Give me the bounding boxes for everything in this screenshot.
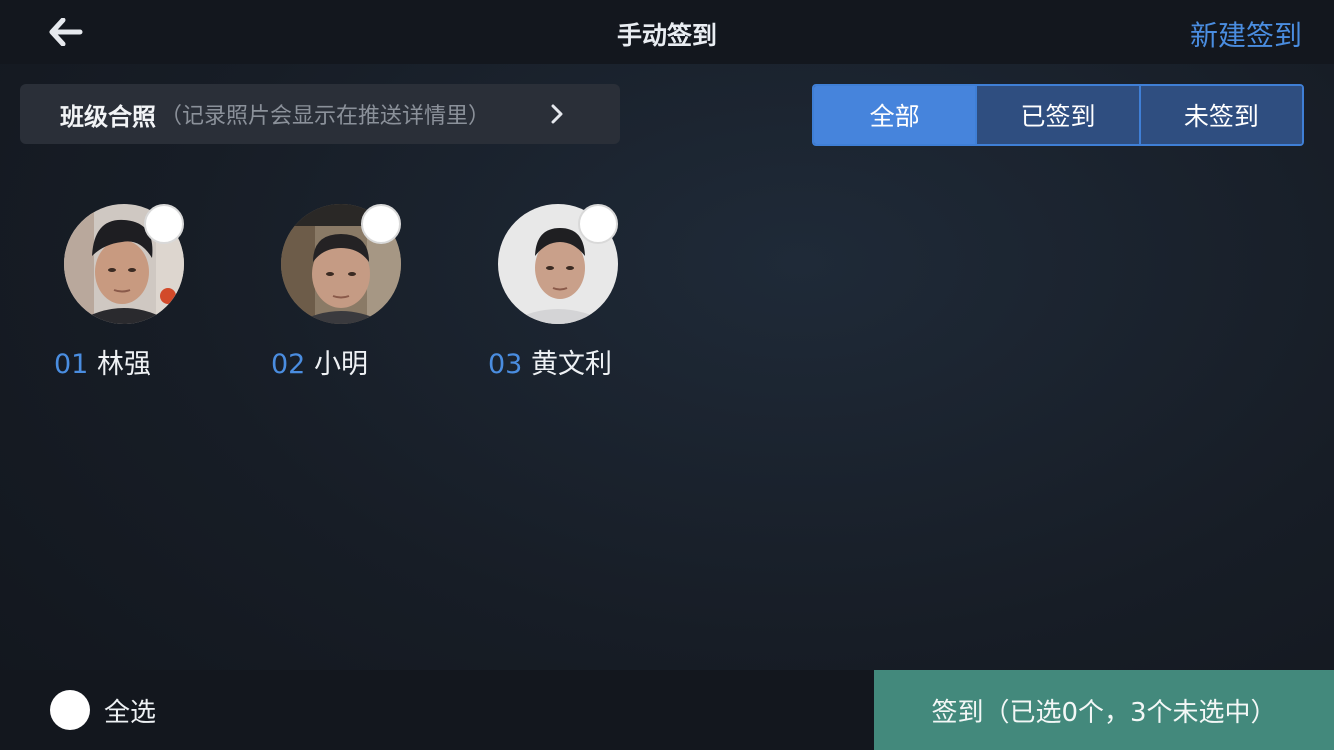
chevron-right-icon [551,104,563,124]
top-bar: 手动签到 新建签到 [0,0,1334,64]
tab-not-checked-in[interactable]: 未签到 [1138,86,1302,144]
select-checkbox[interactable] [578,204,618,244]
class-photo-label: 班级合照 [60,102,156,131]
new-checkin-button[interactable]: 新建签到 [1190,14,1302,54]
student-name-text: 林强 [96,349,151,380]
tab-all[interactable]: 全部 [814,86,976,144]
select-all-label: 全选 [104,697,157,728]
student-name-text: 小明 [313,349,368,380]
class-photo-hint: （记录照片会显示在推送详情里） [160,104,491,129]
student-number: 01 [54,349,89,380]
bottom-bar: 全选 签到（已选0个，3个未选中） [0,670,1334,750]
student-card[interactable]: 01 林强 [54,204,254,384]
student-card[interactable]: 03 黄文利 [488,204,688,384]
page-title: 手动签到 [616,21,717,50]
select-checkbox[interactable] [144,204,184,244]
tab-checked-in[interactable]: 已签到 [975,86,1139,144]
student-name: 01 林强 [54,342,151,381]
student-name: 03 黄文利 [488,342,612,381]
select-checkbox[interactable] [361,204,401,244]
student-number: 03 [488,349,523,380]
student-card[interactable]: 02 小明 [271,204,471,384]
select-all-toggle[interactable]: 全选 [50,690,156,730]
submit-checkin-button[interactable]: 签到（已选0个，3个未选中） [874,670,1334,750]
class-photo-entry[interactable]: 班级合照 （记录照片会显示在推送详情里） [20,84,620,144]
student-name-text: 黄文利 [530,349,612,380]
select-all-checkbox[interactable] [50,690,90,730]
student-name: 02 小明 [271,342,368,381]
filter-segmented-control: 全部 已签到 未签到 [812,84,1304,146]
student-number: 02 [271,349,306,380]
